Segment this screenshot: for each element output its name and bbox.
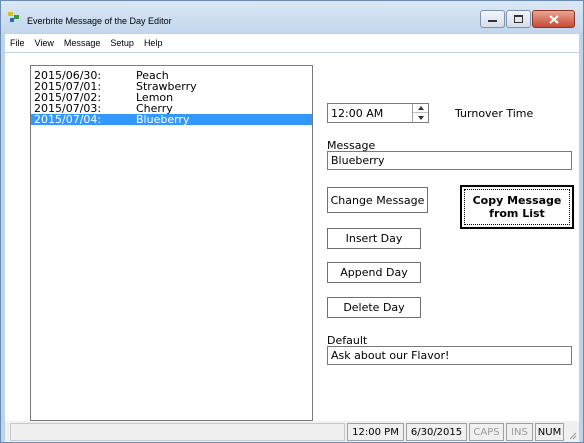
- chevron-up-icon: [417, 106, 424, 110]
- menu-setup[interactable]: Setup: [105, 38, 139, 48]
- resize-grip-icon[interactable]: [567, 430, 577, 440]
- status-date: 6/30/2015: [406, 423, 467, 441]
- spin-up-button[interactable]: [413, 104, 428, 113]
- maximize-icon: [514, 15, 523, 23]
- message-field[interactable]: Blueberry: [327, 151, 572, 170]
- turnover-time-label: Turnover Time: [455, 107, 534, 120]
- insert-day-button[interactable]: Insert Day: [327, 228, 421, 249]
- turnover-time-spinner[interactable]: 12:00 AM: [327, 103, 429, 123]
- list-item-message: Blueberry: [136, 113, 190, 126]
- spin-down-button[interactable]: [413, 113, 428, 122]
- list-item[interactable]: 2015/07/04: Blueberry: [31, 114, 312, 125]
- menu-file[interactable]: File: [5, 38, 30, 48]
- close-button[interactable]: [532, 10, 575, 28]
- window-controls: [479, 10, 575, 28]
- spinner-buttons: [412, 104, 428, 122]
- copy-message-from-list-button[interactable]: Copy Message from List: [460, 185, 574, 229]
- app-icon[interactable]: [7, 10, 23, 24]
- app-window: Everbrite Message of the Day Editor File…: [0, 0, 584, 443]
- window-title: Everbrite Message of the Day Editor: [27, 16, 172, 26]
- delete-day-button[interactable]: Delete Day: [327, 297, 421, 318]
- status-bar: 12:00 PM 6/30/2015 CAPS INS NUM: [5, 421, 579, 442]
- copy-message-button-face: Copy Message from List: [464, 189, 570, 225]
- chevron-down-icon: [417, 115, 424, 120]
- menu-view[interactable]: View: [30, 38, 59, 48]
- list-rows: 2015/06/30: Peach 2015/07/01: Strawberry 201…: [31, 66, 312, 125]
- menu-help[interactable]: Help: [139, 38, 168, 48]
- minimize-icon: [488, 20, 497, 22]
- status-message-panel: [10, 423, 345, 441]
- status-caps: CAPS: [469, 423, 504, 441]
- close-icon: [548, 14, 559, 24]
- title-bar[interactable]: Everbrite Message of the Day Editor: [1, 1, 583, 33]
- default-message-field[interactable]: Ask about our Flavor!: [327, 346, 572, 365]
- menu-bar: File View Message Setup Help: [5, 34, 579, 52]
- menu-message[interactable]: Message: [59, 38, 106, 48]
- append-day-button[interactable]: Append Day: [327, 262, 421, 283]
- day-message-list[interactable]: 2015/06/30: Peach 2015/07/01: Strawberry 201…: [30, 65, 313, 421]
- status-ins: INS: [506, 423, 533, 441]
- status-num: NUM: [535, 423, 564, 441]
- change-message-button[interactable]: Change Message: [327, 187, 428, 213]
- status-time: 12:00 PM: [347, 423, 404, 441]
- turnover-time-value[interactable]: 12:00 AM: [331, 107, 383, 120]
- maximize-button[interactable]: [506, 10, 531, 28]
- minimize-button[interactable]: [480, 10, 505, 28]
- list-item-date: 2015/07/04:: [34, 113, 102, 126]
- copy-message-label: Copy Message from List: [472, 194, 562, 220]
